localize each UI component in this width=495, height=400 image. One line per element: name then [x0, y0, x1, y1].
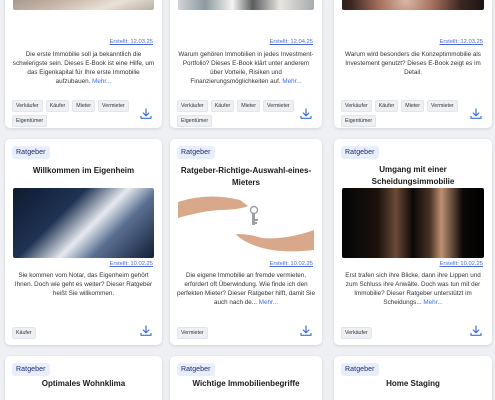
tag: Mieter: [72, 100, 96, 112]
category-badge: Ratgeber: [177, 363, 215, 376]
created-date: Erstellt: 10.02.25: [109, 261, 153, 267]
card-title: Wichtige Immobilienbegriffe: [192, 379, 300, 388]
tag: Käufer: [374, 100, 399, 112]
category-badge: Ratgeber: [177, 146, 215, 159]
category-badge: Ratgeber: [341, 146, 379, 159]
tag: Eigentümer: [177, 115, 213, 127]
more-link[interactable]: Mehr...: [259, 299, 278, 306]
tag: Verkäufer: [177, 100, 208, 112]
card-description: Sie kommen vom Notar, das Eigenheim gehö…: [14, 272, 153, 297]
tag: Verkäufer: [12, 100, 43, 112]
tag: Käufer: [45, 100, 70, 112]
tag: Käufer: [210, 100, 235, 112]
tag-list: Käufer: [12, 327, 134, 339]
download-icon[interactable]: [470, 108, 482, 120]
download-icon[interactable]: [470, 325, 482, 337]
ebook-card[interactable]: Erstellt: 12.04.25 Warum gehören Immobil…: [170, 0, 322, 128]
card-description: Warum gehören Immobilien in jedes Invest…: [178, 51, 314, 85]
ebook-card-grid: Erstellt: 12.03.25 Die erste Immobilie s…: [0, 0, 495, 400]
tag-list: Verkäufer Käufer Mieter Vermieter Eigent…: [341, 100, 464, 127]
tag: Vermieter: [177, 327, 208, 339]
created-date: Erstellt: 10.02.25: [269, 261, 313, 267]
category-badge: Ratgeber: [12, 146, 50, 159]
card-description: Erst trafen sich ihre Blicke, dann ihre …: [345, 272, 481, 306]
tag: Mieter: [401, 100, 425, 112]
ratgeber-card[interactable]: Ratgeber Willkommen im Eigenheim Erstell…: [5, 139, 162, 345]
tag-list: Verkäufer: [341, 327, 464, 339]
download-icon[interactable]: [300, 108, 312, 120]
ratgeber-card[interactable]: Ratgeber Wichtige Immobilienbegriffe: [170, 356, 322, 400]
tag: Käufer: [12, 327, 36, 339]
tag-list: Vermieter: [177, 327, 294, 339]
card-description: Warum wird besonders die Konzeptimmobili…: [345, 51, 481, 76]
tag: Vermieter: [98, 100, 129, 112]
card-description: Die erste Immobilie soll ja bekanntlich …: [12, 51, 155, 85]
card-title: Willkommen im Eigenheim: [32, 166, 135, 175]
tag: Verkäufer: [341, 327, 372, 339]
card-description: Die eigene Immobilie an fremde vermieten…: [177, 272, 315, 306]
tag-list: Verkäufer Käufer Mieter Vermieter Eigent…: [12, 100, 134, 127]
tag: Eigentümer: [341, 115, 377, 127]
more-link[interactable]: Mehr...: [423, 299, 442, 306]
ebook-card[interactable]: Erstellt: 12.03.25 Warum wird besonders …: [334, 0, 492, 128]
card-title: Ratgeber-Richtige-Auswahl-eines-Mieters: [180, 166, 312, 187]
created-date: Erstellt: 10.02.25: [439, 261, 483, 267]
ratgeber-card[interactable]: Ratgeber Home Staging: [334, 356, 492, 400]
signing-contract-image: [13, 188, 154, 258]
more-link[interactable]: Mehr...: [92, 78, 111, 85]
download-icon[interactable]: [300, 325, 312, 337]
created-date: Erstellt: 12.04.25: [269, 39, 313, 45]
card-title: Home Staging: [386, 379, 440, 388]
card-title: Optimales Wohnklima: [41, 379, 126, 388]
download-icon[interactable]: [140, 108, 152, 120]
tag: Eigentümer: [12, 115, 48, 127]
tag: Verkäufer: [341, 100, 372, 112]
tag-list: Verkäufer Käufer Mieter Vermieter Eigent…: [177, 100, 294, 127]
surprised-face-image: [342, 0, 484, 10]
tag: Vermieter: [263, 100, 294, 112]
category-badge: Ratgeber: [12, 363, 50, 376]
created-date: Erstellt: 12.03.25: [439, 39, 483, 45]
interior-image: [178, 0, 314, 10]
ratgeber-card[interactable]: Ratgeber Ratgeber-Richtige-Auswahl-eines…: [170, 139, 322, 345]
tag: Mieter: [237, 100, 261, 112]
couple-silhouette-image: [342, 188, 484, 258]
ratgeber-card[interactable]: Ratgeber Optimales Wohnklima: [5, 356, 162, 400]
more-link[interactable]: Mehr...: [282, 78, 301, 85]
house-exterior-image: [13, 0, 154, 10]
card-title: Umgang mit einer Scheidungsimmobilie: [371, 165, 455, 186]
tag: Vermieter: [427, 100, 458, 112]
download-icon[interactable]: [140, 325, 152, 337]
keys-hands-illustration: [178, 196, 314, 252]
ratgeber-card[interactable]: Ratgeber Umgang mit einer Scheidungsimmo…: [334, 139, 492, 345]
created-date: Erstellt: 12.03.25: [109, 39, 153, 45]
key-handover-image: [178, 188, 314, 258]
ebook-card[interactable]: Erstellt: 12.03.25 Die erste Immobilie s…: [5, 0, 162, 128]
category-badge: Ratgeber: [341, 363, 379, 376]
